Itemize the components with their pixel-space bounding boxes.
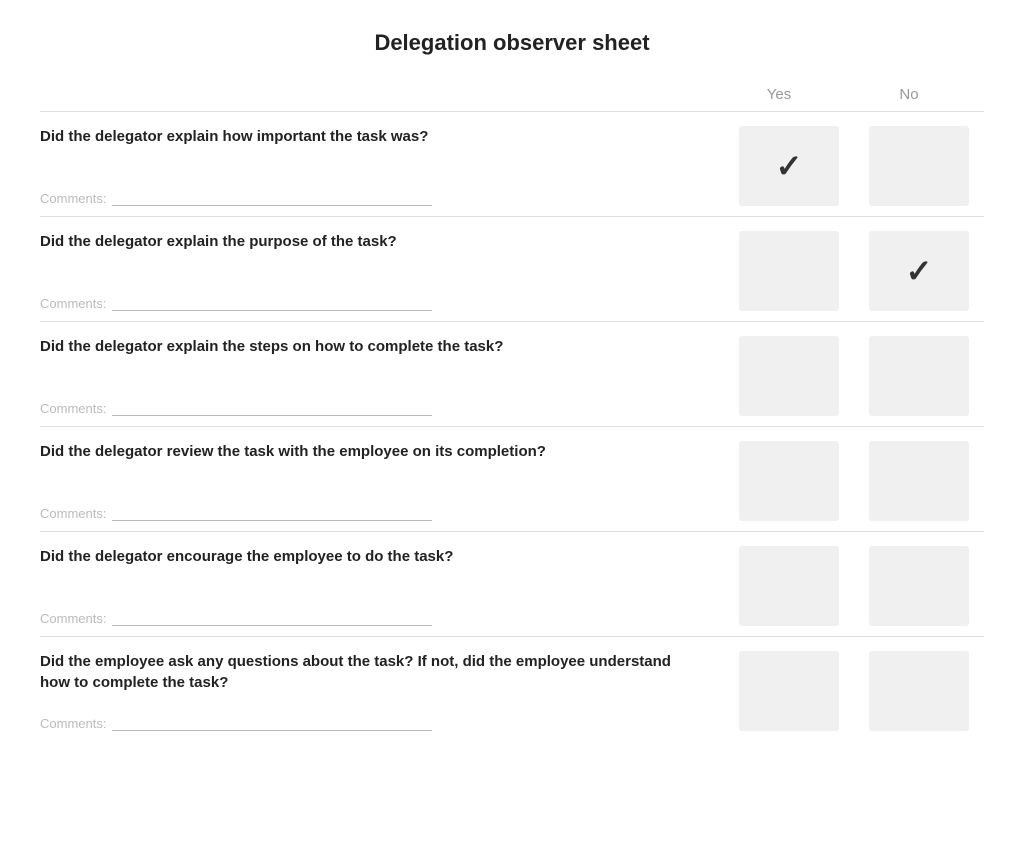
- no-box-3[interactable]: [869, 336, 969, 416]
- question-content: Did the delegator explain the purpose of…: [40, 231, 724, 311]
- comments-line-4: Comments:: [40, 505, 704, 521]
- comments-underline-5[interactable]: [112, 610, 432, 626]
- question-row: Did the delegator explain the purpose of…: [40, 216, 984, 321]
- comments-line-3: Comments:: [40, 400, 704, 416]
- no-box-2[interactable]: ✓: [869, 231, 969, 311]
- question-content: Did the delegator explain how important …: [40, 126, 724, 206]
- question-row: Did the delegator review the task with t…: [40, 426, 984, 531]
- question-content: Did the delegator review the task with t…: [40, 441, 724, 521]
- yes-column-header: Yes: [714, 86, 844, 103]
- comments-underline-2[interactable]: [112, 295, 432, 311]
- yes-checkmark-1: ✓: [776, 147, 803, 185]
- comments-label-5: Comments:: [40, 611, 106, 626]
- question-content: Did the delegator encourage the employee…: [40, 546, 724, 626]
- question-text-6: Did the employee ask any questions about…: [40, 651, 704, 693]
- question-row: Did the delegator explain how important …: [40, 111, 984, 216]
- yes-col-3[interactable]: [724, 336, 854, 416]
- yes-col-4[interactable]: [724, 441, 854, 521]
- yes-box-4[interactable]: [739, 441, 839, 521]
- no-box-6[interactable]: [869, 651, 969, 731]
- comments-label-6: Comments:: [40, 716, 106, 731]
- question-content: Did the delegator explain the steps on h…: [40, 336, 724, 416]
- no-col-1[interactable]: [854, 126, 984, 206]
- yes-box-3[interactable]: [739, 336, 839, 416]
- no-col-2[interactable]: ✓: [854, 231, 984, 311]
- comments-label-1: Comments:: [40, 191, 106, 206]
- question-row: Did the employee ask any questions about…: [40, 636, 984, 741]
- comments-line-5: Comments:: [40, 610, 704, 626]
- yes-col-2[interactable]: [724, 231, 854, 311]
- comments-line-2: Comments:: [40, 295, 704, 311]
- question-text-5: Did the delegator encourage the employee…: [40, 546, 704, 567]
- yes-col-1[interactable]: ✓: [724, 126, 854, 206]
- no-col-4[interactable]: [854, 441, 984, 521]
- no-col-5[interactable]: [854, 546, 984, 626]
- comments-underline-1[interactable]: [112, 190, 432, 206]
- column-headers: Yes No: [40, 86, 984, 103]
- comments-line-1: Comments:: [40, 190, 704, 206]
- yes-box-5[interactable]: [739, 546, 839, 626]
- yes-box-1[interactable]: ✓: [739, 126, 839, 206]
- yes-box-2[interactable]: [739, 231, 839, 311]
- question-row: Did the delegator explain the steps on h…: [40, 321, 984, 426]
- question-row: Did the delegator encourage the employee…: [40, 531, 984, 636]
- question-content: Did the employee ask any questions about…: [40, 651, 724, 731]
- question-text-1: Did the delegator explain how important …: [40, 126, 704, 147]
- comments-underline-6[interactable]: [112, 715, 432, 731]
- questions-container: Did the delegator explain how important …: [40, 111, 984, 741]
- comments-underline-4[interactable]: [112, 505, 432, 521]
- no-box-1[interactable]: [869, 126, 969, 206]
- no-box-4[interactable]: [869, 441, 969, 521]
- question-text-4: Did the delegator review the task with t…: [40, 441, 704, 462]
- no-box-5[interactable]: [869, 546, 969, 626]
- no-checkmark-2: ✓: [906, 252, 933, 290]
- no-col-6[interactable]: [854, 651, 984, 731]
- no-col-3[interactable]: [854, 336, 984, 416]
- yes-col-6[interactable]: [724, 651, 854, 731]
- comments-label-2: Comments:: [40, 296, 106, 311]
- no-column-header: No: [844, 86, 974, 103]
- yes-col-5[interactable]: [724, 546, 854, 626]
- page-title: Delegation observer sheet: [40, 20, 984, 56]
- yes-box-6[interactable]: [739, 651, 839, 731]
- comments-line-6: Comments:: [40, 715, 704, 731]
- comments-label-4: Comments:: [40, 506, 106, 521]
- question-text-3: Did the delegator explain the steps on h…: [40, 336, 704, 357]
- comments-label-3: Comments:: [40, 401, 106, 416]
- question-text-2: Did the delegator explain the purpose of…: [40, 231, 704, 252]
- comments-underline-3[interactable]: [112, 400, 432, 416]
